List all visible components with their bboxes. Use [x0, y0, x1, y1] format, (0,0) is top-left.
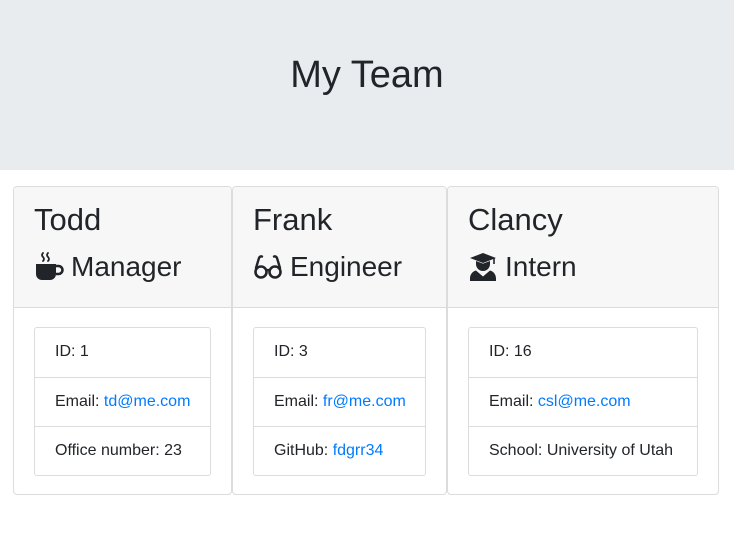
team-member-card-manager: Todd Manager ID: 1 Email: td@me.com Offi… — [13, 186, 232, 495]
email-link[interactable]: fr@me.com — [323, 393, 406, 410]
card-header: Frank Engineer — [233, 187, 446, 308]
role-label: Intern — [505, 251, 577, 282]
graduate-icon — [468, 252, 498, 282]
member-name: Clancy — [468, 202, 563, 237]
role-label: Manager — [71, 251, 182, 282]
member-details-list: ID: 1 Email: td@me.com Office number: 23 — [34, 327, 211, 476]
member-github: GitHub: fdgrr34 — [254, 426, 425, 475]
office-number: Office number: 23 — [35, 426, 210, 475]
glasses-icon — [253, 252, 283, 282]
member-email: Email: csl@me.com — [469, 377, 697, 426]
email-link[interactable]: td@me.com — [104, 393, 190, 410]
page-title: My Team — [290, 54, 444, 96]
github-label: GitHub: — [274, 442, 333, 459]
role-label: Engineer — [290, 251, 403, 282]
member-email: Email: fr@me.com — [254, 377, 425, 426]
member-email: Email: td@me.com — [35, 377, 210, 426]
coffee-mug-icon — [34, 252, 64, 282]
member-details-list: ID: 16 Email: csl@me.com School: Univers… — [468, 327, 698, 476]
member-id: ID: 16 — [489, 343, 532, 360]
email-label: Email: — [274, 393, 323, 410]
team-member-card-engineer: Frank Engineer ID: 3 Email: fr@me.com Gi… — [232, 186, 447, 495]
member-id: ID: 3 — [274, 343, 308, 360]
member-id: ID: 1 — [55, 343, 89, 360]
github-link[interactable]: fdgrr34 — [333, 442, 384, 459]
member-details-list: ID: 3 Email: fr@me.com GitHub: fdgrr34 — [253, 327, 426, 476]
card-header: Clancy Intern — [448, 187, 718, 308]
member-role: Manager — [34, 249, 182, 285]
email-label: Email: — [489, 393, 538, 410]
team-member-card-intern: Clancy Intern ID: 16 Email: csl@me.com S… — [447, 186, 719, 495]
member-school: School: University of Utah — [469, 426, 697, 475]
email-label: Email: — [55, 393, 104, 410]
member-name: Todd — [34, 202, 102, 237]
member-role: Engineer — [253, 249, 402, 285]
email-link[interactable]: csl@me.com — [538, 393, 631, 410]
card-header: Todd Manager — [14, 187, 231, 308]
member-name: Frank — [253, 202, 333, 237]
member-role: Intern — [468, 249, 577, 285]
page-header: My Team — [0, 0, 734, 170]
